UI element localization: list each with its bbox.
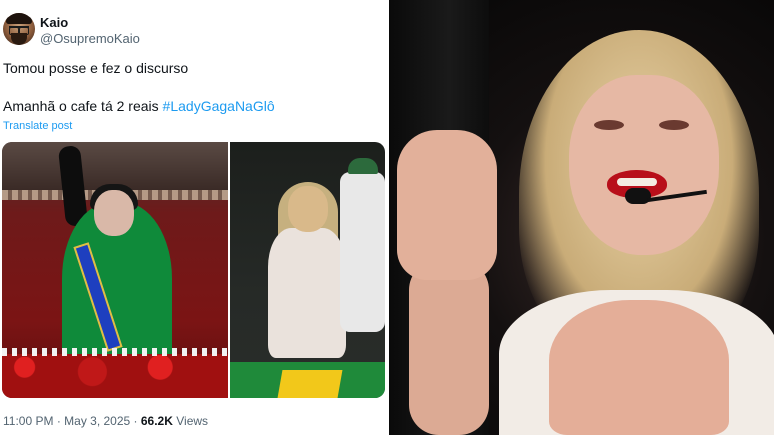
tweet-text-line1: Tomou posse e fez o discurso — [3, 60, 189, 76]
tweet-metadata: 11:00 PM · May 3, 2025 · 66.2K Views — [3, 414, 208, 428]
meta-separator-2: · — [130, 414, 141, 428]
concert-photo — [389, 0, 774, 435]
hashtag-link[interactable]: #LadyGagaNaGlô — [163, 98, 275, 114]
tweet-card: Kaio @OsupremoKaio Tomou posse e fez o d… — [0, 0, 389, 435]
author-display-name[interactable]: Kaio — [40, 15, 68, 30]
tweet-date[interactable]: May 3, 2025 — [64, 414, 130, 428]
media-photo-green-outfit[interactable] — [2, 142, 228, 398]
author-handle[interactable]: @OsupremoKaio — [40, 31, 140, 46]
tweet-text-line2: Amanhã o cafe tá 2 reais #LadyGagaNaGlô — [3, 98, 275, 115]
tweet-time[interactable]: 11:00 PM — [3, 414, 53, 428]
views-label: Views — [176, 414, 209, 428]
media-photo-stage[interactable] — [230, 142, 385, 398]
avatar[interactable] — [3, 13, 35, 45]
meta-separator: · — [53, 414, 65, 428]
translate-post-link[interactable]: Translate post — [3, 120, 72, 132]
tweet-text-line2-body: Amanhã o cafe tá 2 reais — [3, 98, 163, 114]
tweet-media[interactable] — [2, 142, 385, 398]
views-count: 66.2K — [140, 414, 173, 428]
